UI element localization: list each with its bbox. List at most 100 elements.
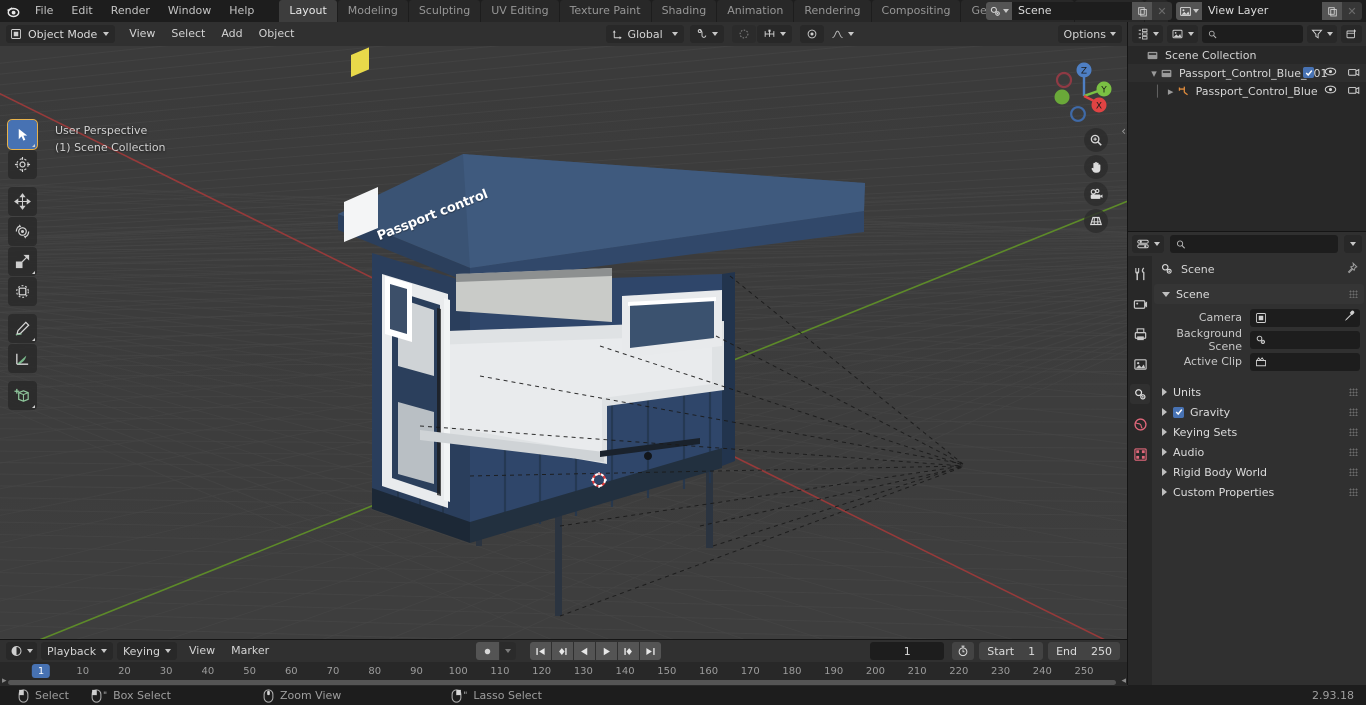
workspace-tab-sculpting[interactable]: Sculpting: [408, 0, 481, 22]
keying-menu[interactable]: Keying: [117, 642, 177, 660]
transform-orientation-selector[interactable]: Global: [605, 25, 684, 43]
menu-window[interactable]: Window: [159, 0, 220, 22]
auto-keying-options[interactable]: [500, 642, 517, 660]
drag-grip-icon[interactable]: [1349, 468, 1358, 476]
tweak-tool[interactable]: [7, 119, 38, 150]
outliner-search-box[interactable]: [1202, 25, 1303, 43]
property-field-background-scene[interactable]: [1250, 330, 1360, 349]
drag-grip-icon[interactable]: [1349, 290, 1358, 298]
disclosure-triangle-icon[interactable]: ▾: [1148, 64, 1160, 82]
viewport-menu-view[interactable]: View: [121, 25, 163, 43]
property-field-camera[interactable]: [1250, 308, 1360, 327]
frame-start-field[interactable]: Start 1: [979, 642, 1044, 660]
hide-in-viewport-icon[interactable]: [1324, 66, 1337, 80]
previous-keyframe-button[interactable]: [552, 642, 574, 660]
timeline-divider[interactable]: [0, 639, 1128, 640]
measure-tool[interactable]: [8, 344, 37, 373]
scene-selector[interactable]: Scene ✕: [986, 2, 1172, 20]
workspace-tab-shading[interactable]: Shading: [651, 0, 717, 22]
falloff-type-selector[interactable]: [825, 25, 860, 43]
workspace-tab-rendering[interactable]: Rendering: [794, 0, 871, 22]
property-section-units[interactable]: Units: [1154, 382, 1364, 402]
viewport-menu-add[interactable]: Add: [213, 25, 250, 43]
tab-texture[interactable]: [1130, 444, 1150, 464]
section-checkbox[interactable]: [1173, 406, 1184, 418]
ortho-persp-icon[interactable]: [1084, 209, 1108, 233]
move-tool[interactable]: [8, 187, 37, 216]
tab-output[interactable]: [1130, 324, 1150, 344]
playback-menu[interactable]: Playback: [41, 642, 113, 660]
tab-world[interactable]: [1130, 414, 1150, 434]
timeline-menu-marker[interactable]: Marker: [223, 642, 277, 660]
mode-selector[interactable]: Object Mode: [6, 25, 116, 43]
play-reverse-button[interactable]: [574, 642, 596, 660]
timeline-scroll-right-arrow-icon[interactable]: ◂: [1121, 676, 1126, 686]
panel-divider-horizontal[interactable]: [1128, 231, 1366, 232]
property-section-gravity[interactable]: Gravity: [1154, 402, 1364, 422]
property-section-rigid-body-world[interactable]: Rigid Body World: [1154, 462, 1364, 482]
current-frame-field[interactable]: 1: [870, 642, 945, 660]
tab-tool[interactable]: [1130, 264, 1150, 284]
new-view-layer-button[interactable]: [1322, 2, 1342, 20]
outliner-row[interactable]: │ ▸ Passport_Control_Blue: [1128, 82, 1366, 100]
tab-scene[interactable]: [1130, 384, 1150, 404]
timeline-menu-view[interactable]: View: [181, 642, 223, 660]
row-checkbox[interactable]: [1303, 67, 1314, 80]
property-field-active-clip[interactable]: [1250, 352, 1360, 371]
view-layer-selector[interactable]: View Layer ✕: [1176, 2, 1362, 20]
scene-icon[interactable]: [986, 2, 1012, 20]
workspace-tab-layout[interactable]: Layout: [279, 0, 337, 22]
transform-tool[interactable]: [8, 277, 37, 306]
workspace-tab-modeling[interactable]: Modeling: [337, 0, 408, 22]
rotate-tool[interactable]: [8, 217, 37, 246]
menu-render[interactable]: Render: [102, 0, 159, 22]
hide-in-viewport-icon[interactable]: [1324, 84, 1337, 98]
property-section-keying-sets[interactable]: Keying Sets: [1154, 422, 1364, 442]
outliner-new-collection-button[interactable]: [1341, 25, 1362, 43]
workspace-tab-animation[interactable]: Animation: [717, 0, 794, 22]
scene-name[interactable]: Scene: [1012, 2, 1132, 20]
timeline-scroll-left-arrow-icon[interactable]: ▸: [2, 676, 7, 686]
play-button[interactable]: [596, 642, 618, 660]
properties-editor-type-button[interactable]: [1132, 235, 1164, 253]
use-preview-range-button[interactable]: [952, 642, 975, 660]
disclosure-triangle-icon[interactable]: ▸: [1165, 82, 1177, 100]
view-layer-icon[interactable]: [1176, 2, 1202, 20]
menu-edit[interactable]: Edit: [62, 0, 101, 22]
workspace-tab-uv-editing[interactable]: UV Editing: [481, 0, 559, 22]
drag-grip-icon[interactable]: [1349, 448, 1358, 456]
menu-file[interactable]: File: [26, 0, 62, 22]
drag-grip-icon[interactable]: [1349, 388, 1358, 396]
cursor-tool[interactable]: [8, 150, 37, 179]
annotate-tool[interactable]: [8, 314, 37, 343]
panel-divider-vertical[interactable]: [1127, 22, 1128, 685]
tab-view-layer[interactable]: [1130, 354, 1150, 374]
property-section-custom-properties[interactable]: Custom Properties: [1154, 482, 1364, 502]
camera-icon[interactable]: [1084, 182, 1108, 206]
next-keyframe-button[interactable]: [618, 642, 640, 660]
jump-to-end-button[interactable]: [640, 642, 662, 660]
viewport-3d[interactable]: Passport control User Perspective (1) Sc…: [0, 46, 1128, 640]
navigation-gizmo[interactable]: Z Y X: [1038, 52, 1114, 128]
eyedropper-icon[interactable]: [1343, 310, 1355, 325]
viewport-menu-select[interactable]: Select: [163, 25, 213, 43]
proportional-editing-toggle[interactable]: [731, 25, 756, 43]
snap-magnet-icon[interactable]: [756, 25, 792, 43]
outliner-row[interactable]: Scene Collection: [1128, 46, 1366, 64]
outliner-search-input[interactable]: [1222, 27, 1297, 41]
auto-keying-toggle[interactable]: [476, 642, 500, 660]
disable-in-render-icon[interactable]: [1347, 84, 1360, 99]
zoom-icon[interactable]: [1084, 128, 1108, 152]
workspace-tab-texture-paint[interactable]: Texture Paint: [559, 0, 651, 22]
hand-icon[interactable]: [1084, 155, 1108, 179]
viewport-menu-object[interactable]: Object: [251, 25, 303, 43]
outliner-filter-button[interactable]: [1307, 25, 1337, 43]
remove-view-layer-button[interactable]: ✕: [1342, 2, 1362, 20]
new-scene-button[interactable]: [1132, 2, 1152, 20]
properties-search-input[interactable]: [1190, 237, 1332, 251]
snap-toggle[interactable]: [689, 25, 724, 43]
add-cube-tool[interactable]: [8, 381, 37, 410]
timeline-scrollbar[interactable]: [8, 680, 1116, 685]
scene-panel-header[interactable]: Scene: [1154, 284, 1364, 304]
proportional-editing-objects-toggle[interactable]: [799, 25, 824, 43]
